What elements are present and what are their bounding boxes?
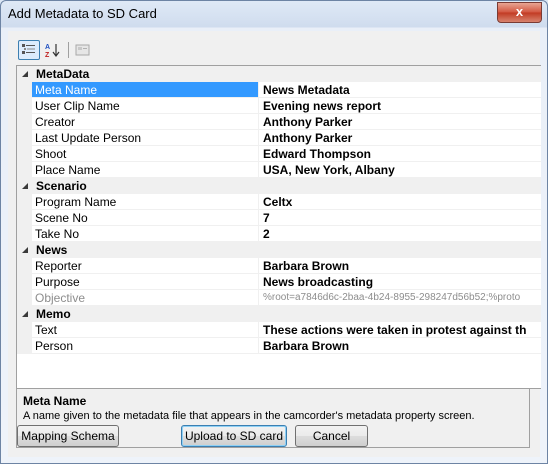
help-description: A name given to the metadata file that a… bbox=[23, 410, 475, 422]
row-margin bbox=[17, 162, 32, 178]
row-margin bbox=[17, 322, 32, 338]
alphabetical-sort-icon[interactable]: A Z bbox=[42, 40, 64, 60]
property-name[interactable]: Take No bbox=[32, 226, 259, 242]
toolbar-separator bbox=[68, 42, 69, 58]
row-margin bbox=[17, 338, 32, 354]
property-row[interactable]: Last Update Person Anthony Parker bbox=[17, 130, 541, 146]
row-margin bbox=[17, 194, 32, 210]
cancel-button[interactable]: Cancel bbox=[295, 425, 368, 447]
category-label: Scenario bbox=[36, 179, 87, 193]
property-name[interactable]: Objective bbox=[32, 290, 259, 306]
row-margin bbox=[17, 274, 32, 290]
close-button[interactable]: x bbox=[497, 2, 542, 23]
title-bar[interactable]: Add Metadata to SD Card x bbox=[1, 1, 547, 27]
property-row[interactable]: Creator Anthony Parker bbox=[17, 114, 541, 130]
property-pages-icon[interactable] bbox=[72, 40, 94, 60]
help-title: Meta Name bbox=[23, 394, 87, 408]
category-row[interactable]: Scenario bbox=[17, 178, 541, 194]
property-value[interactable]: News Metadata bbox=[259, 82, 541, 98]
property-name[interactable]: Purpose bbox=[32, 274, 259, 290]
collapse-triangle-icon[interactable] bbox=[22, 311, 28, 317]
property-grid-toolbar: A Z bbox=[8, 37, 540, 63]
property-name[interactable]: Reporter bbox=[32, 258, 259, 274]
window-title: Add Metadata to SD Card bbox=[8, 6, 157, 21]
row-margin bbox=[17, 146, 32, 162]
property-name[interactable]: Scene No bbox=[32, 210, 259, 226]
svg-text:Z: Z bbox=[45, 52, 50, 58]
row-margin bbox=[17, 82, 32, 98]
property-name[interactable]: Creator bbox=[32, 114, 259, 130]
property-row[interactable]: Take No 2 bbox=[17, 226, 541, 242]
property-value[interactable]: Barbara Brown bbox=[259, 338, 541, 354]
property-row[interactable]: Shoot Edward Thompson bbox=[17, 146, 541, 162]
property-name[interactable]: Last Update Person bbox=[32, 130, 259, 146]
row-margin bbox=[17, 258, 32, 274]
property-row[interactable]: Purpose News broadcasting bbox=[17, 274, 541, 290]
category-row[interactable]: News bbox=[17, 242, 541, 258]
property-name[interactable]: Text bbox=[32, 322, 259, 338]
upload-to-sd-card-button[interactable]: Upload to SD card bbox=[181, 425, 287, 447]
row-margin bbox=[17, 210, 32, 226]
property-row[interactable]: Place Name USA, New York, Albany bbox=[17, 162, 541, 178]
property-row[interactable]: User Clip Name Evening news report bbox=[17, 98, 541, 114]
property-row[interactable]: Scene No 7 bbox=[17, 210, 541, 226]
property-value[interactable]: Anthony Parker bbox=[259, 114, 541, 130]
category-row[interactable]: Memo bbox=[17, 306, 541, 322]
property-value[interactable]: 7 bbox=[259, 210, 541, 226]
collapse-triangle-icon[interactable] bbox=[22, 183, 28, 189]
dialog-client-area: A Z MetaData Meta Name News Metadata User C… bbox=[8, 31, 541, 457]
category-label: Memo bbox=[36, 307, 71, 321]
property-value[interactable]: %root=a7846d6c-2baa-4b24-8955-298247d56b… bbox=[259, 290, 541, 306]
collapse-triangle-icon[interactable] bbox=[22, 71, 28, 77]
property-value[interactable]: Evening news report bbox=[259, 98, 541, 114]
property-row[interactable]: Reporter Barbara Brown bbox=[17, 258, 541, 274]
property-row[interactable]: Objective %root=a7846d6c-2baa-4b24-8955-2… bbox=[17, 290, 541, 306]
property-name[interactable]: User Clip Name bbox=[32, 98, 259, 114]
category-expander[interactable] bbox=[17, 306, 32, 322]
row-margin bbox=[17, 98, 32, 114]
property-value[interactable]: Celtx bbox=[259, 194, 541, 210]
property-value[interactable]: Edward Thompson bbox=[259, 146, 541, 162]
property-name[interactable]: Program Name bbox=[32, 194, 259, 210]
row-margin bbox=[17, 130, 32, 146]
property-row[interactable]: Text These actions were taken in protest … bbox=[17, 322, 541, 338]
mapping-schema-button[interactable]: Mapping Schema bbox=[17, 425, 119, 447]
categorized-icon[interactable] bbox=[18, 40, 40, 60]
category-expander[interactable] bbox=[17, 66, 32, 82]
property-value[interactable]: News broadcasting bbox=[259, 274, 541, 290]
property-value[interactable]: 2 bbox=[259, 226, 541, 242]
property-value[interactable]: USA, New York, Albany bbox=[259, 162, 541, 178]
category-label: News bbox=[36, 243, 68, 257]
row-margin bbox=[17, 226, 32, 242]
collapse-triangle-icon[interactable] bbox=[22, 247, 28, 253]
category-row[interactable]: MetaData bbox=[17, 66, 541, 82]
svg-text:A: A bbox=[45, 44, 50, 51]
property-value[interactable]: Anthony Parker bbox=[259, 130, 541, 146]
row-margin bbox=[17, 290, 32, 306]
category-expander[interactable] bbox=[17, 242, 32, 258]
property-row[interactable]: Program Name Celtx bbox=[17, 194, 541, 210]
property-row[interactable]: Meta Name News Metadata bbox=[17, 82, 541, 98]
property-value[interactable]: These actions were taken in protest agai… bbox=[259, 322, 541, 338]
category-label: MetaData bbox=[36, 67, 90, 81]
property-name[interactable]: Meta Name bbox=[32, 82, 259, 98]
property-grid[interactable]: MetaData Meta Name News Metadata User Clip … bbox=[16, 65, 541, 389]
property-value[interactable]: Barbara Brown bbox=[259, 258, 541, 274]
row-margin bbox=[17, 114, 32, 130]
property-name[interactable]: Shoot bbox=[32, 146, 259, 162]
property-row[interactable]: Person Barbara Brown bbox=[17, 338, 541, 354]
property-name[interactable]: Place Name bbox=[32, 162, 259, 178]
property-name[interactable]: Person bbox=[32, 338, 259, 354]
dialog-window: Add Metadata to SD Card x A Z MetaData M… bbox=[0, 0, 548, 464]
category-expander[interactable] bbox=[17, 178, 32, 194]
